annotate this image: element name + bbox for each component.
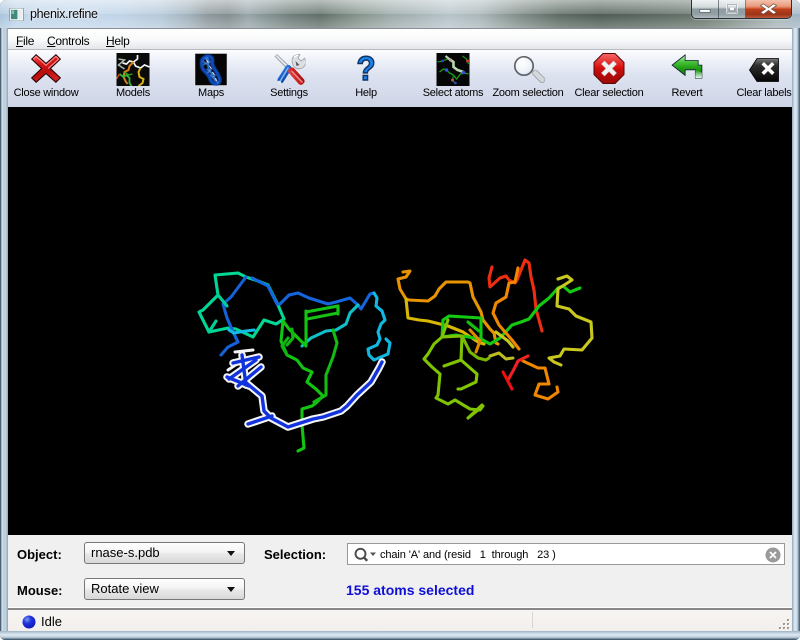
svg-text:?: ? <box>356 53 375 87</box>
